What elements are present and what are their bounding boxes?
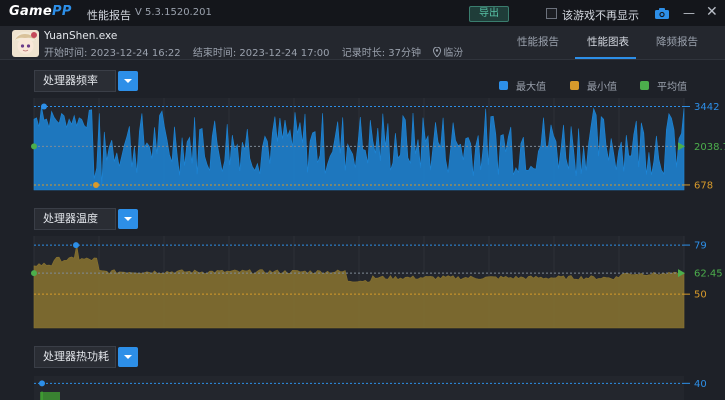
tab-throttle-report[interactable]: 降频报告 <box>656 34 698 49</box>
location-icon <box>433 47 442 57</box>
cpu-frequency-section-header: 处理器频率 <box>34 70 140 92</box>
camera-icon[interactable] <box>655 8 669 19</box>
no-show-checkbox[interactable] <box>546 8 557 19</box>
cpu-frequency-dropdown[interactable] <box>118 71 138 91</box>
minimize-icon[interactable]: — <box>683 6 695 20</box>
cpu-temperature-chart: 79 62.45 50 <box>31 236 723 329</box>
cpu-power-section-header: 处理器热功耗 <box>34 346 140 368</box>
tab-performance-charts[interactable]: 性能图表 <box>587 34 629 49</box>
legend-max-label: 最大值 <box>516 82 546 93</box>
end-time: 结束时间: 2023-12-24 17:00 <box>192 48 330 59</box>
avg-value-label: 62.45 <box>694 269 723 280</box>
close-icon[interactable]: ✕ <box>706 5 720 19</box>
exe-name: YuanShen.exe <box>44 30 118 42</box>
avg-marker-left <box>31 143 37 150</box>
cpu-frequency-label: 处理器频率 <box>34 70 116 92</box>
avg-value-label: 2038.75 <box>694 142 725 153</box>
start-time: 开始时间: 2023-12-24 16:22 <box>44 48 181 59</box>
legend-min-swatch <box>570 81 579 90</box>
legend-max-swatch <box>499 81 508 90</box>
legend-avg-swatch <box>640 81 649 90</box>
tab-performance-report[interactable]: 性能报告 <box>517 34 559 49</box>
cpu-power-label: 处理器热功耗 <box>34 346 116 368</box>
cpu-power-dropdown[interactable] <box>118 347 138 367</box>
legend-avg: 平均值 <box>640 78 687 93</box>
avatar <box>12 30 39 57</box>
max-value-label: 79 <box>694 241 707 252</box>
max-value-label: 3442 <box>694 102 719 113</box>
cpu-frequency-chart: 3442 2038.75 678 <box>31 98 725 191</box>
max-value-label: 40 <box>694 379 707 390</box>
max-point-marker <box>39 380 45 387</box>
export-button[interactable]: 导出 <box>469 6 509 22</box>
min-value-label: 50 <box>694 290 707 301</box>
legend-min: 最小值 <box>570 78 617 93</box>
duration: 记录时长: 37分钟 <box>341 48 421 59</box>
legend-min-label: 最小值 <box>587 82 617 93</box>
logo-accent-text: PP <box>52 4 72 19</box>
cpu-temperature-label: 处理器温度 <box>34 208 116 230</box>
cpu-temperature-section-header: 处理器温度 <box>34 208 140 230</box>
min-value-label: 678 <box>694 180 713 191</box>
cpu-power-chart: 40 <box>34 376 707 400</box>
location: 临汾 <box>443 48 464 59</box>
min-point-marker <box>93 181 99 188</box>
legend-avg-label: 平均值 <box>657 82 687 93</box>
window-title: 性能报告 <box>87 9 131 22</box>
legend-max: 最大值 <box>499 78 546 93</box>
gamepp-logo: GamePP <box>9 4 72 19</box>
plot-area <box>34 376 684 400</box>
no-show-label: 该游戏不再显示 <box>562 9 639 22</box>
version-label: V 5.3.1520.201 <box>135 7 212 18</box>
title-bar: GamePP 性能报告 V 5.3.1520.201 导出 该游戏不再显示 — … <box>0 0 725 26</box>
cpu-temperature-dropdown[interactable] <box>118 209 138 229</box>
max-point-marker <box>41 103 47 110</box>
session-meta: 开始时间: 2023-12-24 16:22 结束时间: 2023-12-24 … <box>44 44 463 59</box>
max-point-marker <box>73 242 79 249</box>
avg-marker-left <box>31 270 37 277</box>
active-tab-indicator <box>575 57 636 59</box>
power-area <box>40 392 60 400</box>
logo-main-text: Game <box>9 4 53 19</box>
